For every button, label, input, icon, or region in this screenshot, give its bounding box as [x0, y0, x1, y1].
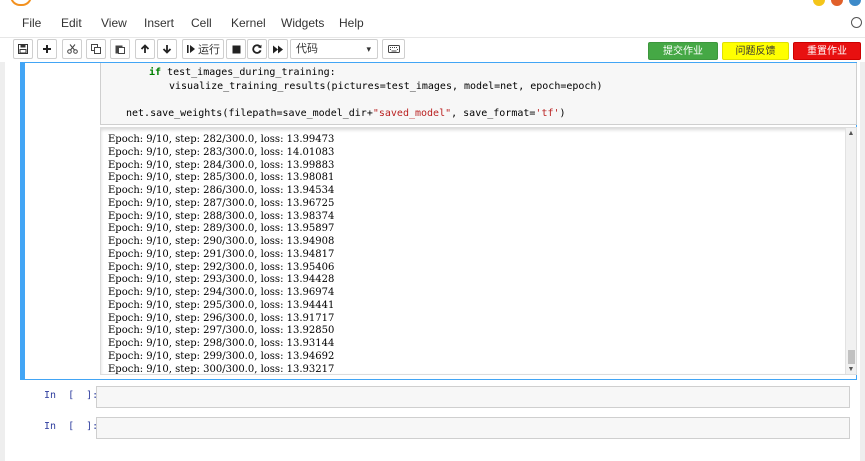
- header-strip: [0, 0, 865, 8]
- menu-cell[interactable]: Cell: [191, 16, 212, 30]
- empty-code-cell[interactable]: In [ ]:: [25, 417, 857, 439]
- notebook-page: if test_images_during_training: visualiz…: [5, 62, 860, 461]
- save-icon: [18, 44, 28, 54]
- restart-button[interactable]: [247, 39, 267, 59]
- output-line: Epoch: 9/10, step: 288/300.0, loss: 13.9…: [108, 210, 335, 222]
- output-line: Epoch: 9/10, step: 286/300.0, loss: 13.9…: [108, 185, 335, 196]
- stop-button[interactable]: [226, 39, 246, 59]
- code-line: if test_images_during_training:: [149, 67, 336, 78]
- menu-help[interactable]: Help: [339, 16, 364, 30]
- output-area[interactable]: Epoch: 9/10, step: 282/300.0, loss: 13.9…: [100, 127, 857, 375]
- output-line: Epoch: 9/10, step: 293/300.0, loss: 13.9…: [108, 274, 335, 286]
- notification-icon[interactable]: [831, 0, 843, 6]
- output-line: Epoch: 9/10, step: 299/300.0, loss: 13.9…: [108, 350, 335, 362]
- menu-view[interactable]: View: [101, 16, 127, 30]
- output-line: Epoch: 9/10, step: 296/300.0, loss: 13.9…: [108, 312, 335, 324]
- arrow-up-icon: [140, 44, 150, 53]
- stop-icon: [232, 45, 240, 53]
- toolbar: 运行 代码 ▾ 提交作业 问题反馈 重置作业: [0, 38, 865, 62]
- copy-button[interactable]: [86, 39, 106, 59]
- code-cell-selected[interactable]: if test_images_during_training: visualiz…: [20, 62, 857, 380]
- copy-icon: [91, 44, 101, 54]
- cell-type-value: 代码: [296, 43, 318, 55]
- arrow-down-icon: [162, 45, 172, 54]
- keyboard-icon: [387, 45, 400, 53]
- output-line: Epoch: 9/10, step: 284/300.0, loss: 13.9…: [108, 159, 335, 171]
- run-label: 运行: [198, 44, 220, 56]
- chevron-down-icon: ▾: [366, 44, 371, 54]
- scroll-thumb[interactable]: [848, 350, 855, 364]
- output-line: Epoch: 9/10, step: 294/300.0, loss: 13.9…: [108, 287, 335, 298]
- code-input[interactable]: [96, 386, 850, 408]
- user-icon[interactable]: [813, 0, 825, 6]
- output-line: Epoch: 9/10, step: 283/300.0, loss: 14.0…: [108, 146, 335, 158]
- cell-type-select[interactable]: 代码 ▾: [290, 39, 378, 59]
- globe-icon[interactable]: [849, 0, 861, 6]
- scroll-down-icon[interactable]: ▼: [846, 365, 856, 374]
- paste-button[interactable]: [110, 39, 130, 59]
- output-line: Epoch: 9/10, step: 292/300.0, loss: 13.9…: [108, 261, 335, 273]
- output-scrollbar[interactable]: ▲ ▼: [845, 128, 856, 374]
- input-prompt: In [ ]:: [44, 390, 99, 401]
- restart-run-all-button[interactable]: [268, 39, 288, 59]
- plus-icon: [43, 45, 51, 53]
- menu-insert[interactable]: Insert: [144, 16, 174, 30]
- output-line: Epoch: 9/10, step: 291/300.0, loss: 13.9…: [108, 248, 335, 260]
- output-line: Epoch: 9/10, step: 298/300.0, loss: 13.9…: [108, 338, 335, 349]
- move-up-button[interactable]: [135, 39, 155, 59]
- menu-kernel[interactable]: Kernel: [231, 16, 266, 30]
- menu-edit[interactable]: Edit: [61, 16, 82, 30]
- notebook-container: if test_images_during_training: visualiz…: [0, 62, 865, 461]
- command-palette-button[interactable]: [382, 39, 405, 59]
- logo: [10, 0, 32, 6]
- scroll-up-icon[interactable]: ▲: [846, 129, 856, 139]
- code-input-area[interactable]: if test_images_during_training: visualiz…: [100, 63, 857, 125]
- output-line: Epoch: 9/10, step: 297/300.0, loss: 13.9…: [108, 325, 335, 337]
- menu-file[interactable]: File: [22, 16, 41, 30]
- move-down-button[interactable]: [157, 39, 177, 59]
- output-line: Epoch: 9/10, step: 287/300.0, loss: 13.9…: [108, 197, 335, 209]
- save-button[interactable]: [13, 39, 33, 59]
- restart-icon: [252, 44, 262, 54]
- fast-forward-icon: [273, 45, 283, 53]
- run-icon: [187, 45, 195, 53]
- output-line: Epoch: 9/10, step: 285/300.0, loss: 13.9…: [108, 172, 335, 184]
- output-line: Epoch: 9/10, step: 290/300.0, loss: 13.9…: [108, 236, 335, 247]
- feedback-button[interactable]: 问题反馈: [722, 42, 789, 60]
- submit-assignment-button[interactable]: 提交作业: [648, 42, 718, 60]
- header-icons: [813, 0, 861, 6]
- code-line: visualize_training_results(pictures=test…: [169, 81, 603, 92]
- menu-bar: File Edit View Insert Cell Kernel Widget…: [0, 8, 865, 38]
- cut-button[interactable]: [62, 39, 82, 59]
- output-line: Epoch: 9/10, step: 289/300.0, loss: 13.9…: [108, 223, 335, 235]
- paste-icon: [115, 45, 125, 54]
- output-line: Epoch: 9/10, step: 295/300.0, loss: 13.9…: [108, 299, 335, 311]
- insert-cell-button[interactable]: [37, 39, 57, 59]
- code-line: net.save_weights(filepath=save_model_dir…: [126, 108, 566, 119]
- reset-assignment-button[interactable]: 重置作业: [793, 42, 861, 60]
- empty-code-cell[interactable]: In [ ]:: [25, 386, 857, 408]
- output-line: Epoch: 9/10, step: 282/300.0, loss: 13.9…: [108, 134, 335, 145]
- code-input[interactable]: [96, 417, 850, 439]
- output-line: Epoch: 9/10, step: 300/300.0, loss: 13.9…: [108, 363, 335, 375]
- input-prompt: In [ ]:: [44, 421, 99, 432]
- kernel-status-icon: [851, 17, 862, 28]
- run-button[interactable]: 运行: [182, 39, 224, 59]
- cut-icon: [66, 44, 78, 54]
- menu-widgets[interactable]: Widgets: [281, 16, 324, 30]
